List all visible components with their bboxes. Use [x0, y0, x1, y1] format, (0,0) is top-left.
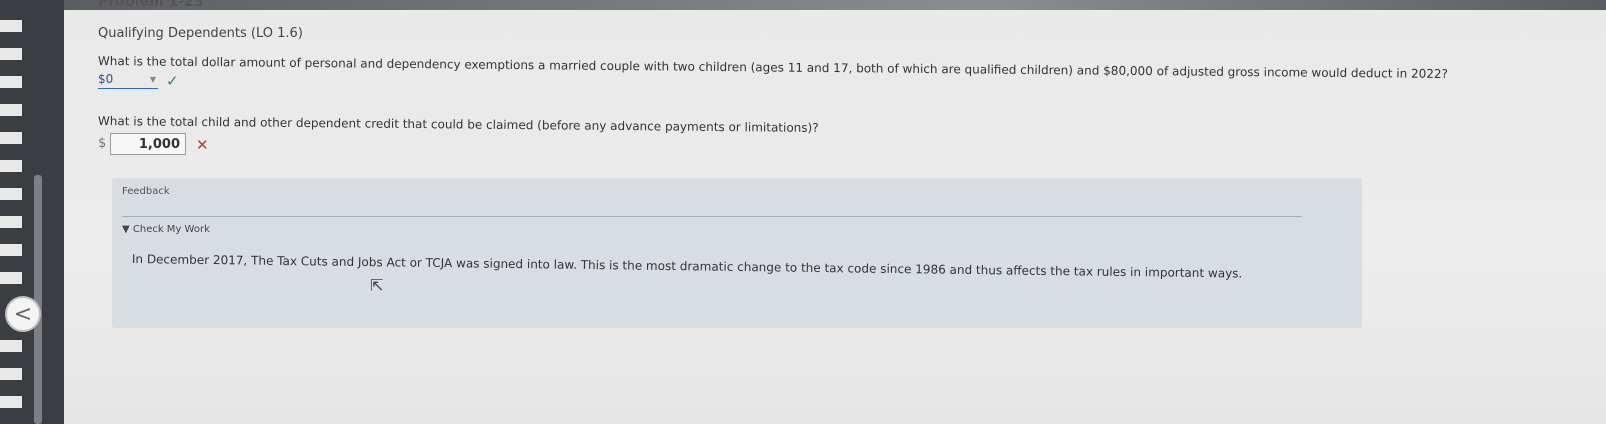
feedback-panel: Feedback ▼ Check My Work In December 201… — [112, 178, 1362, 328]
left-sidebar: < — [0, 0, 64, 424]
chevron-left-icon: < — [13, 301, 33, 327]
problem-subtitle: Qualifying Dependents (LO 1.6) — [98, 26, 303, 41]
sidebar-ridge — [0, 244, 22, 256]
sidebar-ridge — [0, 396, 22, 408]
sidebar-ridge — [0, 340, 22, 352]
mouse-cursor-icon: ⇱ — [370, 276, 384, 295]
sidebar-scroll-rail[interactable] — [34, 175, 42, 424]
sidebar-ridge — [0, 216, 22, 228]
back-button[interactable]: < — [5, 296, 41, 332]
check-my-work-toggle[interactable]: ▼ Check My Work — [122, 224, 210, 235]
question-1-dropdown[interactable]: $0 ▼ — [98, 72, 158, 89]
sidebar-ridge — [0, 160, 22, 172]
problem-title: Problem 1-23 — [98, 0, 204, 10]
check-icon: ✓ — [166, 72, 179, 90]
sidebar-ridge — [0, 48, 22, 60]
sidebar-ridge — [0, 76, 22, 88]
x-icon: ✕ — [196, 136, 209, 154]
sidebar-ridge — [0, 368, 22, 380]
feedback-divider — [122, 216, 1302, 217]
sidebar-ridge — [0, 272, 22, 284]
dropdown-selected-value: $0 — [98, 72, 114, 86]
feedback-text: In December 2017, The Tax Cuts and Jobs … — [131, 252, 1243, 281]
chevron-down-icon: ▼ — [149, 75, 156, 84]
top-band — [64, 0, 1606, 10]
currency-symbol: $ — [98, 136, 107, 151]
sidebar-ridge — [0, 188, 22, 200]
feedback-title: Feedback — [122, 186, 170, 197]
question-2-answer-input[interactable] — [110, 133, 186, 155]
sidebar-ridge — [0, 104, 22, 116]
sidebar-ridge — [0, 132, 22, 144]
sidebar-ridge — [0, 20, 22, 32]
